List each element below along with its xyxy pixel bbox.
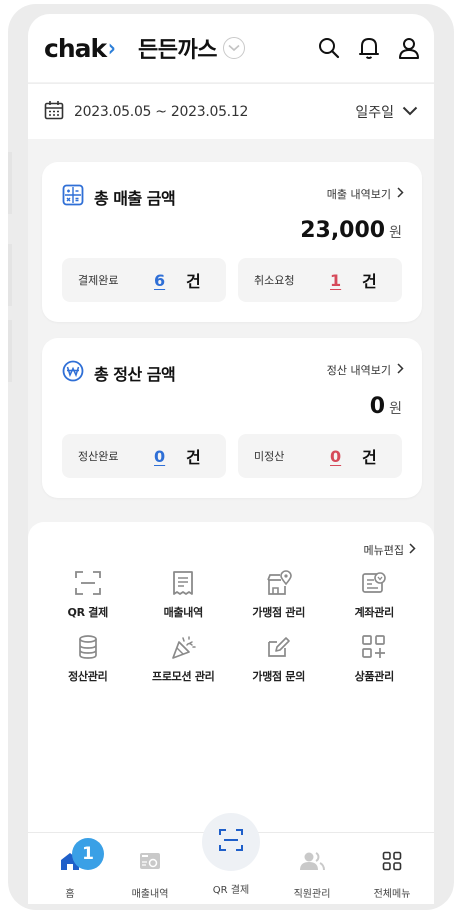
grid-add-icon <box>361 634 387 660</box>
menu-item-account-management[interactable]: 계좌관리 <box>327 570 423 620</box>
sales-history-link[interactable]: 매출 내역보기 <box>327 186 404 202</box>
menu-item-store-inquiry[interactable]: 가맹점 문의 <box>231 634 327 684</box>
database-icon <box>76 634 100 660</box>
logo-text: chak <box>44 33 107 63</box>
stat-cancel-label: 취소요청 <box>254 274 295 287</box>
menu-item-store-management[interactable]: 가맹점 관리 <box>231 570 327 620</box>
stat-unsettled-unit: 건 <box>362 448 377 467</box>
qr-scan-icon <box>218 828 244 856</box>
menu-item-promotion-management[interactable]: 프로모션 관리 <box>136 634 232 684</box>
sales-icon <box>138 851 162 875</box>
settlement-amount-value: 0 <box>369 394 386 419</box>
settlement-history-link-label: 정산 내역보기 <box>326 364 391 377</box>
stat-cancel-request[interactable]: 취소요청 1 건 <box>238 258 402 302</box>
side-button <box>8 152 12 214</box>
menu-item-label: 프로모션 관리 <box>152 670 215 683</box>
qr-scan-icon <box>74 570 102 596</box>
menu-item-label: 정산관리 <box>68 670 108 683</box>
chevron-right-icon <box>397 187 404 201</box>
search-icon[interactable] <box>318 37 340 59</box>
sales-history-link-label: 매출 내역보기 <box>326 188 391 201</box>
tab-all-menu[interactable]: 전체메뉴 <box>352 851 432 900</box>
stat-settled-label: 정산완료 <box>78 450 119 463</box>
user-icon[interactable] <box>398 37 420 59</box>
store-name[interactable]: 든든까스 <box>138 32 217 64</box>
stat-settled-count[interactable]: 0 <box>154 447 165 466</box>
edit-icon <box>265 634 293 660</box>
side-button <box>8 320 12 382</box>
menu-item-sales-history[interactable]: 매출내역 <box>136 570 232 620</box>
staff-icon <box>299 851 325 875</box>
stat-unsettled-count[interactable]: 0 <box>330 447 341 466</box>
chevron-down-icon <box>402 104 418 120</box>
app-logo[interactable]: chak › <box>44 34 116 63</box>
party-icon <box>169 634 197 660</box>
qr-payment-fab[interactable] <box>202 813 260 871</box>
logo-chevron: › <box>108 34 116 62</box>
won-coin-icon <box>62 360 84 386</box>
bell-icon[interactable] <box>358 36 380 60</box>
stat-settled[interactable]: 정산완료 0 건 <box>62 434 226 478</box>
menu-item-label: 계좌관리 <box>354 606 395 619</box>
sales-card-title: 총 매출 금액 <box>94 189 176 208</box>
menu-item-product-management[interactable]: 상품관리 <box>327 634 423 684</box>
chevron-right-icon <box>397 363 404 377</box>
app-screen: chak › 든든까스 2023.05.05 ~ 2023.05.12 일주일 … <box>28 14 434 904</box>
tab-sales-label: 매출내역 <box>131 889 169 900</box>
receipt-icon <box>171 570 195 596</box>
store-dropdown-icon[interactable] <box>222 37 245 59</box>
tab-staff[interactable]: 직원관리 <box>272 851 352 900</box>
menu-item-settlement-management[interactable]: 정산관리 <box>40 634 136 684</box>
tab-home-label: 홈 <box>65 889 75 900</box>
menu-item-label: 가맹점 관리 <box>252 606 306 619</box>
sales-amount: 23,000 원 <box>300 218 402 243</box>
tab-staff-label: 직원관리 <box>293 889 331 900</box>
settlement-history-link[interactable]: 정산 내역보기 <box>327 362 404 378</box>
stat-paid-count[interactable]: 6 <box>154 271 165 290</box>
tab-sales[interactable]: 매출내역 <box>110 851 190 900</box>
date-range[interactable]: 2023.05.05 ~ 2023.05.12 <box>74 104 248 120</box>
quick-menu-panel: 메뉴편집 QR 결제 매출내역 가맹점 관리 계좌관리 정산관리 프로모션 관리… <box>28 522 434 832</box>
stat-unsettled-label: 미정산 <box>254 450 285 463</box>
menu-edit-label: 메뉴편집 <box>363 544 404 557</box>
settlement-summary-card: 총 정산 금액 정산 내역보기 0 원 정산완료 0 건 미정산 0 건 <box>42 338 422 498</box>
settlement-amount: 0 원 <box>370 394 402 419</box>
menu-item-label: 매출내역 <box>163 606 204 619</box>
menu-item-label: QR 결제 <box>67 606 109 619</box>
settlement-card-title: 총 정산 금액 <box>94 365 176 384</box>
sales-calculator-icon <box>62 184 84 210</box>
period-label: 일주일 <box>355 104 394 121</box>
chevron-right-icon <box>409 543 416 557</box>
side-button <box>8 244 12 306</box>
stat-cancel-count[interactable]: 1 <box>330 271 341 290</box>
sales-amount-unit: 원 <box>389 225 402 241</box>
calendar-icon[interactable] <box>44 100 64 124</box>
stat-cancel-unit: 건 <box>362 272 377 291</box>
menu-item-label: 가맹점 문의 <box>252 670 306 683</box>
phone-frame: chak › 든든까스 2023.05.05 ~ 2023.05.12 일주일 … <box>8 4 454 910</box>
stat-paid-label: 결제완료 <box>78 274 119 287</box>
stat-settled-unit: 건 <box>186 448 201 467</box>
account-icon <box>360 570 388 596</box>
stat-paid-unit: 건 <box>186 272 201 291</box>
menu-edit-link[interactable]: 메뉴편집 <box>364 542 416 558</box>
sales-amount-value: 23,000 <box>300 218 386 243</box>
all-menu-icon <box>382 851 402 875</box>
step-badge: 1 <box>72 838 104 870</box>
menu-item-qr-payment[interactable]: QR 결제 <box>40 570 136 620</box>
store-location-icon <box>265 570 293 596</box>
tab-all-menu-label: 전체메뉴 <box>373 889 411 900</box>
menu-item-label: 상품관리 <box>354 670 395 683</box>
stat-unsettled[interactable]: 미정산 0 건 <box>238 434 402 478</box>
sales-summary-card: 총 매출 금액 매출 내역보기 23,000 원 결제완료 6 건 취소요청 1… <box>42 162 422 322</box>
stat-paid[interactable]: 결제완료 6 건 <box>62 258 226 302</box>
tab-qr-label: QR 결제 <box>212 885 250 896</box>
date-filter-bar[interactable]: 2023.05.05 ~ 2023.05.12 일주일 <box>28 83 434 139</box>
settlement-amount-unit: 원 <box>389 401 402 417</box>
period-select[interactable]: 일주일 <box>355 102 418 122</box>
app-header: chak › 든든까스 <box>28 14 434 82</box>
